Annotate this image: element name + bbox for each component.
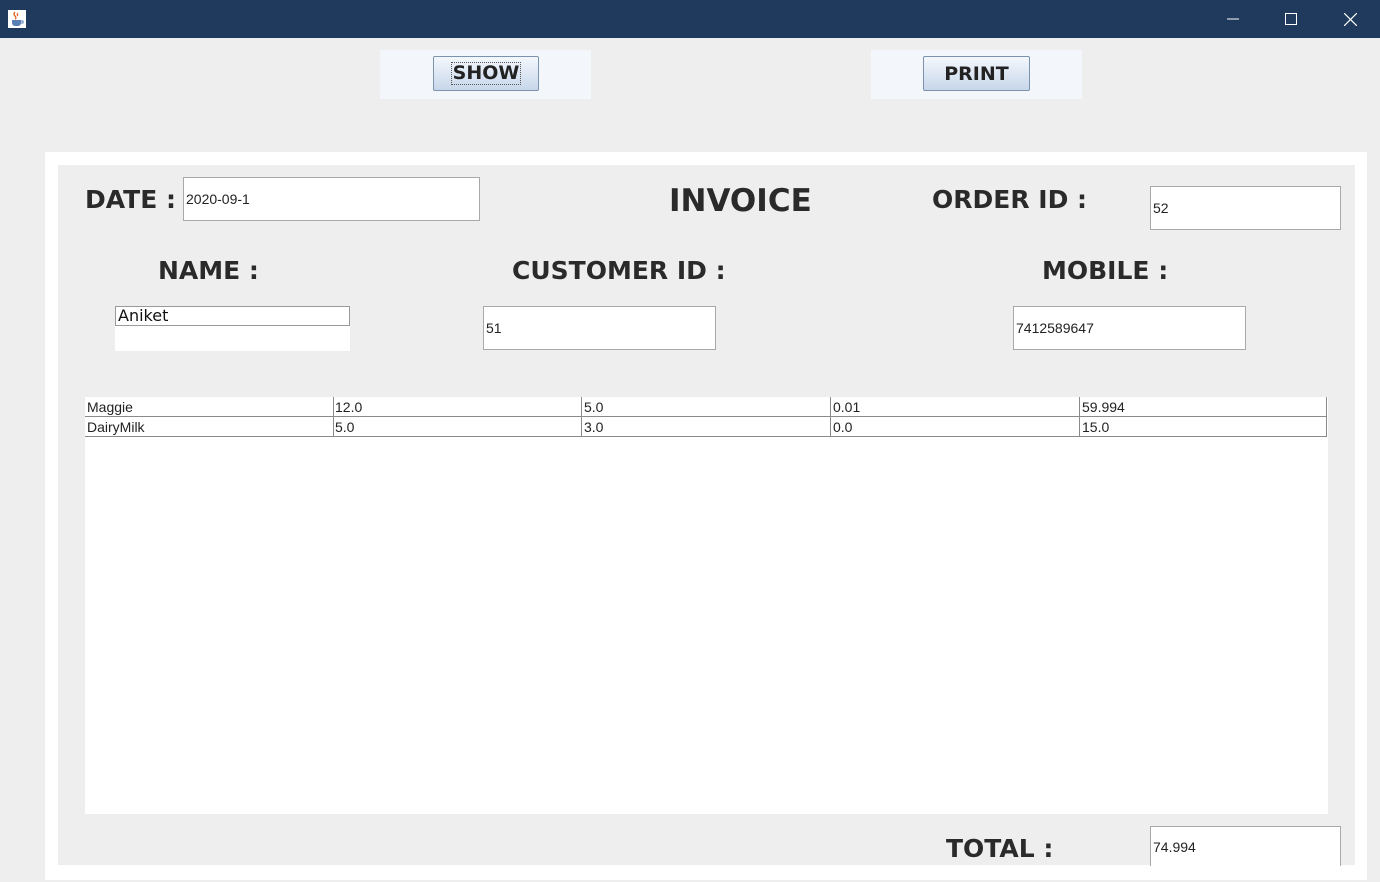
customer-id-field[interactable]: 51 xyxy=(483,306,716,350)
table-row[interactable]: DairyMilk 5.0 3.0 0.0 15.0 xyxy=(85,417,1327,437)
table-cell-item[interactable]: Maggie xyxy=(85,397,333,416)
customer-id-label: CUSTOMER ID : xyxy=(512,256,726,285)
total-label: TOTAL : xyxy=(946,834,1054,863)
table-cell-amount[interactable]: 59.994 xyxy=(1080,397,1327,416)
mobile-field[interactable]: 7412589647 xyxy=(1013,306,1246,350)
table-column-divider xyxy=(581,397,582,437)
show-button-label: SHOW xyxy=(450,62,522,85)
table-column-divider xyxy=(1079,397,1080,437)
mobile-label: MOBILE : xyxy=(1042,256,1169,285)
items-table[interactable] xyxy=(85,397,1328,814)
order-id-label: ORDER ID : xyxy=(932,185,1088,214)
invoice-heading: INVOICE xyxy=(669,183,812,219)
table-cell-discount[interactable]: 0.0 xyxy=(831,417,1080,436)
table-cell-price[interactable]: 12.0 xyxy=(333,397,582,416)
print-button[interactable]: PRINT xyxy=(923,56,1030,91)
java-cup-icon[interactable] xyxy=(7,9,27,29)
table-column-divider xyxy=(830,397,831,437)
print-button-label: PRINT xyxy=(944,62,1009,85)
table-column-divider xyxy=(1326,397,1327,437)
table-cell-discount[interactable]: 0.01 xyxy=(831,397,1080,416)
table-column-divider xyxy=(333,397,334,437)
close-icon[interactable] xyxy=(1327,0,1373,38)
print-button-panel: PRINT xyxy=(871,50,1082,99)
date-field[interactable]: 2020-09-1 xyxy=(183,177,480,221)
show-button-panel: SHOW xyxy=(380,50,591,99)
show-button[interactable]: SHOW xyxy=(433,56,539,91)
table-cell-price[interactable]: 5.0 xyxy=(333,417,582,436)
table-cell-item[interactable]: DairyMilk xyxy=(85,417,333,436)
maximize-icon[interactable] xyxy=(1268,0,1314,38)
name-field[interactable]: Aniket xyxy=(115,306,350,326)
table-cell-quantity[interactable]: 3.0 xyxy=(582,417,831,436)
minimize-icon[interactable] xyxy=(1210,0,1256,38)
table-cell-quantity[interactable]: 5.0 xyxy=(582,397,831,416)
total-field[interactable]: 74.994 xyxy=(1150,826,1341,866)
window-titlebar xyxy=(0,0,1380,38)
name-label: NAME : xyxy=(158,256,259,285)
table-row[interactable]: Maggie 12.0 5.0 0.01 59.994 xyxy=(85,397,1327,417)
table-cell-amount[interactable]: 15.0 xyxy=(1080,417,1327,436)
order-id-field[interactable]: 52 xyxy=(1150,186,1341,230)
date-label: DATE : xyxy=(85,185,176,214)
